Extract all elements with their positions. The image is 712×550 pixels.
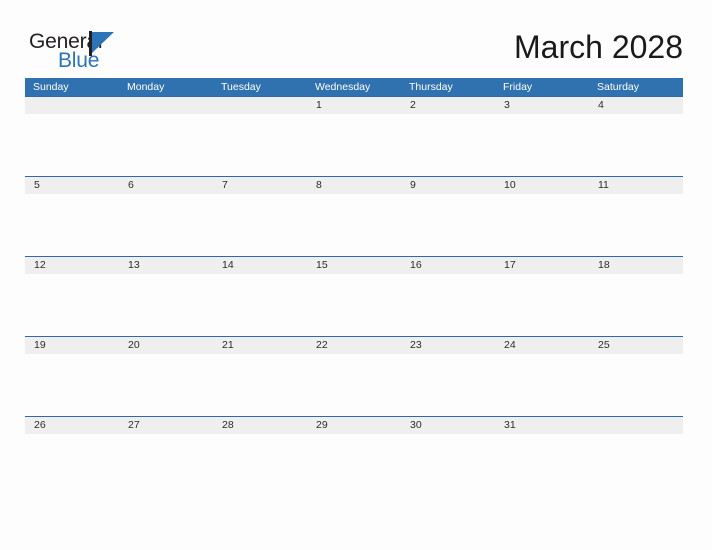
day-number[interactable]: 8 [307,177,401,194]
page-header: General Blue March 2028 [0,0,712,78]
day-cell[interactable] [213,274,307,336]
calendar-week-row: 12 13 14 15 16 17 18 [25,256,683,336]
week-day-number-band: 12 13 14 15 16 17 18 [25,256,683,274]
week-day-number-band: 1 2 3 4 [25,96,683,114]
page-title: March 2028 [514,29,683,65]
day-number[interactable]: 24 [495,337,589,354]
day-cell[interactable] [307,194,401,256]
day-number[interactable] [25,97,119,114]
day-number[interactable] [213,97,307,114]
day-cell[interactable] [401,354,495,416]
day-cell[interactable] [25,114,119,176]
day-number[interactable] [119,97,213,114]
day-number[interactable]: 6 [119,177,213,194]
day-number[interactable]: 22 [307,337,401,354]
calendar-week-row: 26 27 28 29 30 31 [25,416,683,496]
day-cell[interactable] [213,434,307,496]
calendar-page: General Blue March 2028 Sunday Monday Tu… [0,0,712,550]
day-cell[interactable] [401,434,495,496]
day-number[interactable]: 15 [307,257,401,274]
day-number[interactable]: 14 [213,257,307,274]
day-number[interactable]: 26 [25,417,119,434]
day-cell[interactable] [213,114,307,176]
day-number[interactable]: 12 [25,257,119,274]
day-cell[interactable] [495,354,589,416]
week-day-number-band: 19 20 21 22 23 24 25 [25,336,683,354]
day-number[interactable]: 13 [119,257,213,274]
weekday-header-wednesday: Wednesday [315,81,371,93]
day-cell[interactable] [25,434,119,496]
day-number[interactable]: 16 [401,257,495,274]
day-number[interactable]: 19 [25,337,119,354]
day-cell[interactable] [401,194,495,256]
weekday-header-row: Sunday Monday Tuesday Wednesday Thursday… [25,78,683,96]
logo-text-blue: Blue [58,49,100,72]
day-cell[interactable] [401,114,495,176]
day-number[interactable]: 10 [495,177,589,194]
day-cell[interactable] [213,354,307,416]
day-number[interactable]: 11 [589,177,683,194]
day-cell[interactable] [495,114,589,176]
day-cell[interactable] [401,274,495,336]
day-cell[interactable] [589,274,683,336]
calendar-week-row: 19 20 21 22 23 24 25 [25,336,683,416]
weekday-header-tuesday: Tuesday [221,81,261,93]
week-day-content-band [25,114,683,176]
day-cell[interactable] [119,194,213,256]
day-number[interactable]: 7 [213,177,307,194]
week-day-content-band [25,274,683,336]
day-cell[interactable] [213,194,307,256]
day-number[interactable]: 2 [401,97,495,114]
day-cell[interactable] [307,274,401,336]
week-day-content-band [25,434,683,496]
day-number[interactable]: 29 [307,417,401,434]
day-cell[interactable] [495,434,589,496]
day-cell[interactable] [25,194,119,256]
day-cell[interactable] [589,114,683,176]
day-number[interactable]: 4 [589,97,683,114]
day-cell[interactable] [307,114,401,176]
day-number[interactable]: 28 [213,417,307,434]
weekday-header-saturday: Saturday [597,81,640,93]
day-cell[interactable] [307,434,401,496]
day-cell[interactable] [119,114,213,176]
day-cell[interactable] [25,274,119,336]
day-number[interactable]: 1 [307,97,401,114]
day-cell[interactable] [495,194,589,256]
day-number[interactable]: 17 [495,257,589,274]
week-day-number-band: 26 27 28 29 30 31 [25,416,683,434]
weekday-header-monday: Monday [127,81,165,93]
day-cell[interactable] [495,274,589,336]
weekday-header-friday: Friday [503,81,533,93]
day-number[interactable]: 21 [213,337,307,354]
day-cell[interactable] [307,354,401,416]
day-number[interactable]: 3 [495,97,589,114]
day-number[interactable] [589,417,683,434]
calendar-week-row: 1 2 3 4 [25,96,683,176]
day-cell[interactable] [589,194,683,256]
day-cell[interactable] [119,434,213,496]
week-day-content-band [25,354,683,416]
weekday-header-thursday: Thursday [409,81,453,93]
day-number[interactable]: 27 [119,417,213,434]
weekday-header-sunday: Sunday [33,81,69,93]
week-day-number-band: 5 6 7 8 9 10 11 [25,176,683,194]
day-number[interactable]: 9 [401,177,495,194]
day-cell[interactable] [119,354,213,416]
day-cell[interactable] [589,354,683,416]
day-number[interactable]: 31 [495,417,589,434]
week-day-content-band [25,194,683,256]
day-number[interactable]: 5 [25,177,119,194]
day-number[interactable]: 25 [589,337,683,354]
day-number[interactable]: 30 [401,417,495,434]
calendar-grid: Sunday Monday Tuesday Wednesday Thursday… [25,78,683,496]
day-number[interactable]: 20 [119,337,213,354]
day-number[interactable]: 18 [589,257,683,274]
day-cell[interactable] [119,274,213,336]
general-blue-logo[interactable]: General Blue [29,30,159,74]
calendar-week-row: 5 6 7 8 9 10 11 [25,176,683,256]
day-cell[interactable] [589,434,683,496]
day-cell[interactable] [25,354,119,416]
day-number[interactable]: 23 [401,337,495,354]
